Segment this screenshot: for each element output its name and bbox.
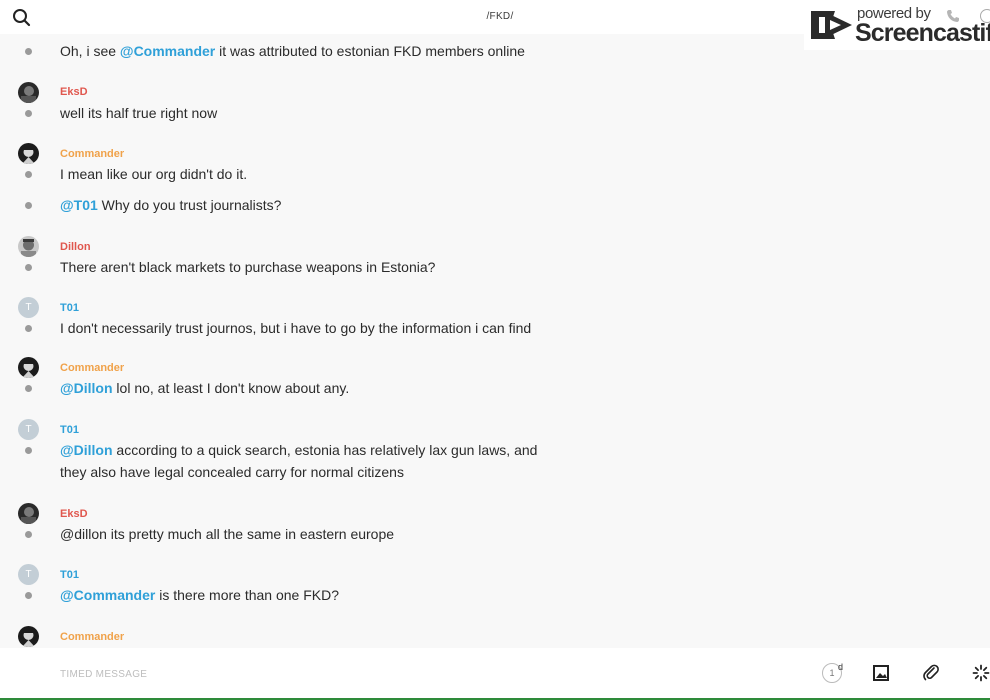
message-bullet [25,385,32,392]
username[interactable]: EksD [60,508,88,520]
timer-unit-label: d [838,662,844,672]
loading-spinner-icon[interactable] [972,664,990,682]
username[interactable]: Commander [60,362,124,374]
mention-link[interactable]: @Dillon [60,380,113,396]
paperclip-icon[interactable] [922,664,940,682]
phone-icon [946,9,960,28]
avatar-commander[interactable] [18,357,39,378]
message-bullet [25,531,32,538]
message-text: @dillon its pretty much all the same in … [60,526,395,542]
username[interactable]: Commander [60,631,124,643]
message-text-part: according to a quick search, estonia has… [112,442,538,458]
mention-link[interactable]: @Commander [120,43,215,59]
message-bullet [25,48,32,55]
image-icon[interactable] [872,664,890,682]
username[interactable]: T01 [60,569,79,581]
username[interactable]: T01 [60,302,79,314]
mention-link[interactable]: @T01 [60,197,98,213]
message-text: Oh, i see @Commander it was attributed t… [60,40,525,62]
info-icon [980,9,990,23]
avatar-t01[interactable]: T [18,419,39,440]
message-bullet [25,447,32,454]
message-bullet [25,171,32,178]
message-text-continued: they also have legal concealed carry for… [60,464,404,480]
message-text: @Dillon lol no, at least I don't know ab… [60,377,349,399]
avatar-commander[interactable] [18,626,39,647]
message-text-part: it was attributed to estonian FKD member… [215,43,525,59]
avatar-t01[interactable]: T [18,297,39,318]
message-bullet [25,110,32,117]
message-input[interactable] [60,664,660,684]
message-text-part: Oh, i see [60,43,120,59]
mention-link[interactable]: @Commander [60,587,155,603]
message-text: I mean like our org didn't do it. [60,166,248,182]
message-text: There aren't black markets to purchase w… [60,259,436,275]
message-bullet [25,202,32,209]
avatar-dillon[interactable] [18,236,39,257]
avatar-t01[interactable]: T [18,564,39,585]
mention-link[interactable]: @Dillon [60,442,113,458]
username[interactable]: T01 [60,424,79,436]
message-bullet [25,264,32,271]
message-text: @Commander is there more than one FKD? [60,584,339,606]
avatar-eksd[interactable] [18,503,39,524]
username[interactable]: EksD [60,86,88,98]
message-bullet [25,325,32,332]
message-text: @T01 Why do you trust journalists? [60,194,281,216]
message-text-part: lol no, at least I don't know about any. [112,380,350,396]
username[interactable]: Dillon [60,241,91,253]
message-text-part: is there more than one FKD? [155,587,339,603]
avatar-commander[interactable] [18,143,39,164]
message-text-part: Why do you trust journalists? [97,197,282,213]
message-feed[interactable]: Oh, i see @Commander it was attributed t… [0,34,990,648]
username[interactable]: Commander [60,148,124,160]
message-bullet [25,592,32,599]
message-text: @Dillon according to a quick search, est… [60,439,537,461]
avatar-eksd[interactable] [18,82,39,103]
message-text: I don't necessarily trust journos, but i… [60,320,532,336]
message-text: well its half true right now [60,105,218,121]
